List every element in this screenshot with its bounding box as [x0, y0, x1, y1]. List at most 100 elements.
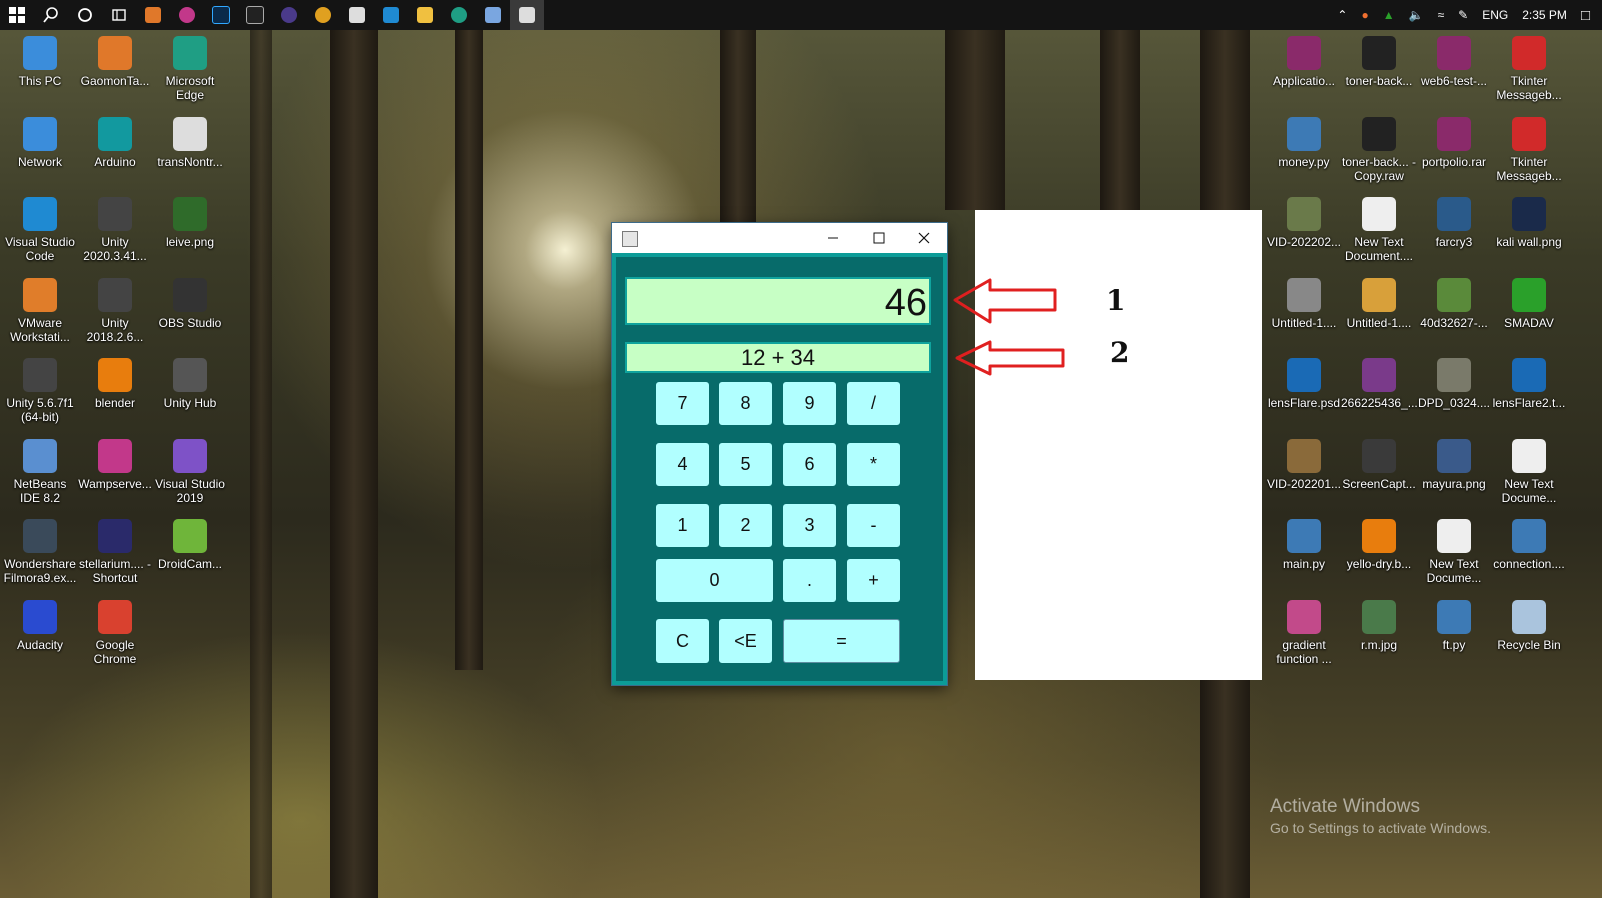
button-1[interactable]: 1 — [656, 504, 709, 547]
left-desktop-icon[interactable]: Arduino — [77, 116, 153, 169]
left-desktop-icon[interactable]: stellarium.... - Shortcut — [77, 519, 153, 585]
minimize-button[interactable] — [810, 223, 856, 253]
chevron-up-icon[interactable]: ⌃ — [1337, 8, 1347, 22]
edge-taskbar-icon[interactable] — [442, 0, 476, 30]
button-8[interactable]: 8 — [719, 382, 772, 425]
maximize-button[interactable] — [856, 223, 902, 253]
left-desktop-icon[interactable]: Google Chrome — [77, 599, 153, 666]
right-desktop-icon[interactable]: web6-test-... — [1416, 36, 1492, 88]
divide-button[interactable]: / — [847, 382, 900, 425]
left-desktop-icon[interactable]: OBS Studio — [152, 277, 228, 330]
right-desktop-icon[interactable]: toner-back... - Copy.raw — [1341, 116, 1417, 183]
subtract-button[interactable]: - — [847, 504, 900, 547]
tray-smadav-icon[interactable]: ▲ — [1383, 8, 1395, 22]
search-icon[interactable] — [34, 0, 68, 30]
left-desktop-icon[interactable]: Network — [2, 116, 78, 169]
multiply-button[interactable]: * — [847, 443, 900, 486]
right-desktop-icon[interactable]: connection.... — [1491, 519, 1567, 571]
tray-app-icon[interactable]: ● — [1361, 8, 1368, 22]
right-desktop-icon[interactable]: gradient function ... — [1266, 599, 1342, 666]
language-indicator[interactable]: ENG — [1482, 8, 1508, 22]
button-2[interactable]: 2 — [719, 504, 772, 547]
left-desktop-icon[interactable]: transNontr... — [152, 116, 228, 169]
left-desktop-icon[interactable]: Visual Studio 2019 — [152, 438, 228, 505]
right-desktop-icon[interactable]: Untitled-1.... — [1266, 277, 1342, 330]
window-taskbar-icon[interactable] — [340, 0, 374, 30]
right-desktop-icon[interactable]: New Text Docume... — [1416, 519, 1492, 585]
netbeans-taskbar-icon[interactable] — [476, 0, 510, 30]
stellarium-taskbar-icon[interactable] — [272, 0, 306, 30]
right-desktop-icon[interactable]: portpolio.rar — [1416, 116, 1492, 169]
button-3[interactable]: 3 — [783, 504, 836, 547]
gaomon-taskbar-icon[interactable] — [136, 0, 170, 30]
photoshop-taskbar-icon[interactable] — [204, 0, 238, 30]
decimal-button[interactable]: . — [783, 559, 836, 602]
left-desktop-icon[interactable]: Unity 2020.3.41... — [77, 197, 153, 263]
button-7[interactable]: 7 — [656, 382, 709, 425]
left-desktop-icon[interactable]: This PC — [2, 36, 78, 88]
button-6[interactable]: 6 — [783, 443, 836, 486]
right-desktop-icon[interactable]: Tkinter Messageb... — [1491, 36, 1567, 102]
button-4[interactable]: 4 — [656, 443, 709, 486]
volume-icon[interactable]: 🔈 — [1409, 8, 1424, 22]
left-desktop-icon[interactable]: DroidCam... — [152, 519, 228, 571]
app-taskbar-icon[interactable] — [306, 0, 340, 30]
left-desktop-icon[interactable]: Unity Hub — [152, 358, 228, 410]
right-desktop-icon[interactable]: 266225436_... — [1341, 358, 1418, 410]
right-desktop-icon[interactable]: money.py — [1266, 116, 1342, 169]
add-button[interactable]: + — [847, 559, 900, 602]
right-desktop-icon[interactable]: Tkinter Messageb... — [1491, 116, 1567, 183]
left-desktop-icon[interactable]: Microsoft Edge — [152, 36, 228, 102]
right-desktop-icon[interactable]: VID-202202... — [1266, 197, 1342, 249]
left-desktop-icon[interactable]: Visual Studio Code — [2, 197, 78, 263]
right-desktop-icon[interactable]: Recycle Bin — [1491, 599, 1567, 652]
left-desktop-icon[interactable]: Wampserve... — [77, 438, 153, 491]
left-desktop-icon[interactable]: leive.png — [152, 197, 228, 249]
right-desktop-icon[interactable]: lensFlare.psd — [1266, 358, 1342, 410]
left-desktop-icon[interactable]: NetBeans IDE 8.2 — [2, 438, 78, 505]
right-desktop-icon[interactable]: yello-dry.b... — [1341, 519, 1417, 571]
cortana-icon[interactable] — [68, 0, 102, 30]
windows-start-icon[interactable] — [0, 0, 34, 30]
wifi-icon[interactable]: ≈ — [1438, 8, 1445, 22]
backspace-button[interactable]: <E — [719, 619, 772, 663]
right-desktop-icon[interactable]: main.py — [1266, 519, 1342, 571]
right-desktop-icon[interactable]: mayura.png — [1416, 438, 1492, 491]
notifications-icon[interactable]: □ — [1581, 7, 1590, 24]
right-desktop-icon[interactable]: Untitled-1.... — [1341, 277, 1417, 330]
left-desktop-icon[interactable]: Audacity — [2, 599, 78, 652]
button-9[interactable]: 9 — [783, 382, 836, 425]
right-desktop-icon[interactable]: DPD_0324.... — [1416, 358, 1492, 410]
clock[interactable]: 2:35 PM — [1522, 8, 1567, 22]
right-desktop-icon[interactable]: ScreenCapt... — [1341, 438, 1417, 491]
right-desktop-icon[interactable]: New Text Document.... — [1341, 197, 1417, 263]
close-button[interactable] — [901, 223, 947, 253]
right-desktop-icon[interactable]: farcry3 — [1416, 197, 1492, 249]
equals-button[interactable]: = — [783, 619, 900, 663]
right-desktop-icon[interactable]: toner-back... — [1341, 36, 1417, 88]
right-desktop-icon[interactable]: kali wall.png — [1491, 197, 1567, 249]
right-desktop-icon[interactable]: 40d32627-... — [1416, 277, 1492, 330]
right-desktop-icon[interactable]: Applicatio... — [1266, 36, 1342, 88]
button-5[interactable]: 5 — [719, 443, 772, 486]
right-desktop-icon[interactable]: r.m.jpg — [1341, 599, 1417, 652]
vscode-taskbar-icon[interactable] — [374, 0, 408, 30]
left-desktop-icon[interactable]: Unity 2018.2.6... — [77, 277, 153, 344]
right-desktop-icon[interactable]: lensFlare2.t... — [1491, 358, 1567, 410]
right-desktop-icon[interactable]: VID-202201... — [1266, 438, 1342, 491]
right-desktop-icon[interactable]: SMADAV — [1491, 277, 1567, 330]
terminal-taskbar-icon[interactable] — [238, 0, 272, 30]
window-titlebar[interactable] — [612, 223, 947, 253]
right-desktop-icon[interactable]: New Text Docume... — [1491, 438, 1567, 505]
pen-icon[interactable]: ✎ — [1458, 8, 1468, 22]
left-desktop-icon[interactable]: blender — [77, 358, 153, 410]
java-taskbar-icon[interactable] — [510, 0, 544, 30]
task-view-icon[interactable] — [102, 0, 136, 30]
left-desktop-icon[interactable]: Unity 5.6.7f1 (64-bit) — [2, 358, 78, 424]
left-desktop-icon[interactable]: VMware Workstati... — [2, 277, 78, 344]
clear-button[interactable]: C — [656, 619, 709, 663]
file-explorer-taskbar-icon[interactable] — [408, 0, 442, 30]
right-desktop-icon[interactable]: ft.py — [1416, 599, 1492, 652]
button-0[interactable]: 0 — [656, 559, 773, 602]
app-taskbar-icon[interactable] — [170, 0, 204, 30]
